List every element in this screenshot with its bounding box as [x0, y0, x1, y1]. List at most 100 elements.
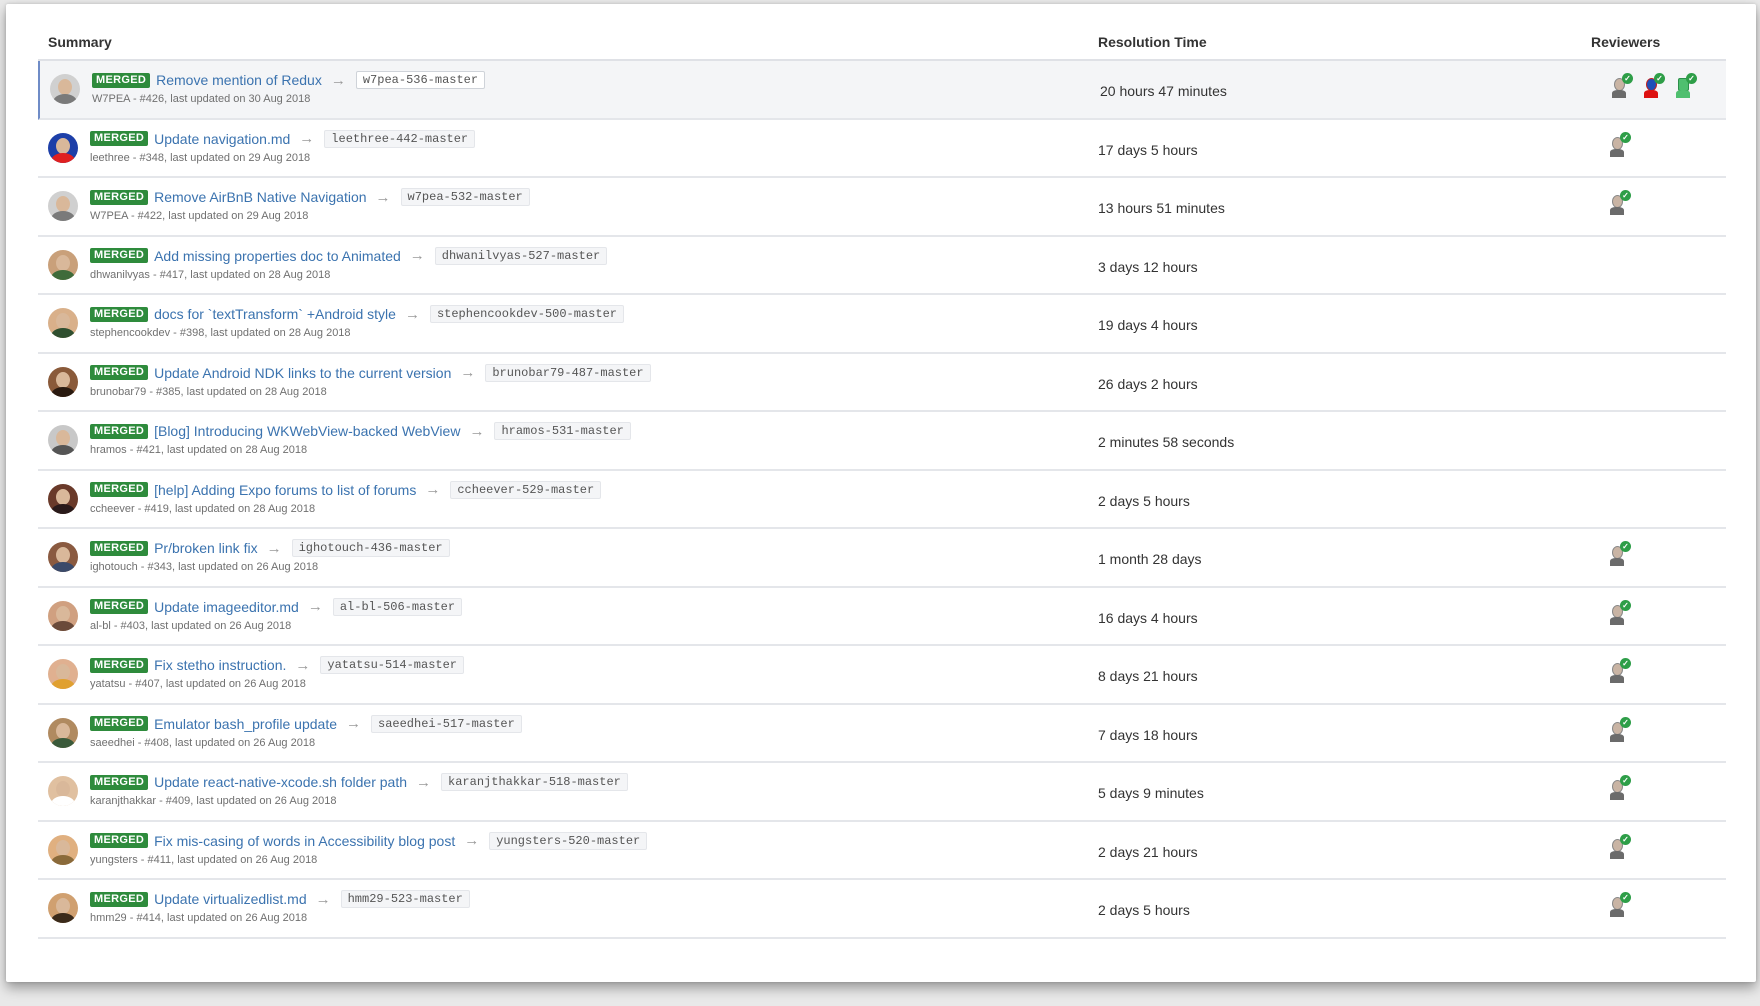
- reviewer-avatar[interactable]: ✓: [1608, 599, 1631, 626]
- author-avatar[interactable]: [48, 776, 78, 806]
- table-row[interactable]: MERGED [help] Adding Expo forums to list…: [38, 471, 1726, 529]
- table-row[interactable]: MERGED Remove AirBnB Native Navigation →…: [38, 178, 1726, 237]
- author-avatar[interactable]: [48, 425, 78, 455]
- avatar-face: [56, 137, 70, 154]
- author-avatar[interactable]: [48, 308, 78, 338]
- pr-title-link[interactable]: Pr/broken link fix: [154, 540, 257, 556]
- branch-name: saeedhei-517-master: [371, 714, 522, 733]
- pr-title-link[interactable]: Remove AirBnB Native Navigation: [154, 189, 366, 205]
- pr-title-link[interactable]: Emulator bash_profile update: [154, 716, 337, 732]
- reviewer-avatar[interactable]: ✓: [1608, 541, 1631, 567]
- resolution-time: 3 days 12 hours: [1098, 258, 1198, 275]
- branch-name: stephencookdev-500-master: [429, 305, 624, 323]
- pr-title-line: MERGED Remove AirBnB Native Navigation →…: [90, 188, 530, 206]
- table-row[interactable]: MERGED Update virtualizedlist.md → hmm29…: [38, 880, 1726, 939]
- table-row[interactable]: MERGED Add missing properties doc to Ani…: [38, 237, 1726, 295]
- reviewer-avatar[interactable]: ✓: [1608, 775, 1631, 801]
- avatar-body: [51, 328, 75, 338]
- pr-title-link[interactable]: Update Android NDK links to the current …: [154, 365, 451, 381]
- author-avatar[interactable]: [48, 717, 78, 748]
- table-row[interactable]: MERGED Remove mention of Redux → w7pea-5…: [38, 61, 1726, 120]
- branch-name: karanjthakkar-518-master: [441, 773, 628, 791]
- table-row[interactable]: MERGED Update Android NDK links to the c…: [38, 354, 1726, 412]
- check-circle-icon: ✓: [1620, 892, 1631, 903]
- branch-name: ighotouch-436-master: [291, 539, 450, 557]
- merged-badge: MERGED: [90, 306, 149, 322]
- author-avatar[interactable]: [48, 191, 78, 221]
- pr-title-line: MERGED Add missing properties doc to Ani…: [90, 246, 608, 265]
- resolution-time: 2 minutes 58 seconds: [1098, 434, 1235, 450]
- table-row[interactable]: MERGED Pr/broken link fix → ighotouch-43…: [38, 529, 1726, 588]
- pr-title-link[interactable]: Fix stetho instruction.: [154, 657, 286, 673]
- reviewers-list: ✓: [1608, 658, 1640, 684]
- avatar-face: [56, 722, 70, 739]
- reviewer-avatar[interactable]: ✓: [1608, 190, 1631, 216]
- author-avatar[interactable]: [48, 893, 78, 923]
- reviewer-avatar[interactable]: ✓: [1608, 833, 1631, 860]
- author-avatar[interactable]: [48, 659, 78, 689]
- table-row[interactable]: MERGED Emulator bash_profile update → sa…: [38, 705, 1726, 763]
- table-row[interactable]: MERGED Update imageeditor.md → al-bl-506…: [38, 588, 1726, 646]
- column-header-summary[interactable]: Summary: [48, 34, 112, 50]
- branch-name: dhwanilvyas-527-master: [434, 246, 608, 265]
- pr-title-link[interactable]: [help] Adding Expo forums to list of for…: [154, 482, 416, 498]
- avatar-body: [51, 913, 75, 923]
- table-row[interactable]: MERGED Update react-native-xcode.sh fold…: [38, 763, 1726, 822]
- pr-meta: al-bl - #403, last updated on 26 Aug 201…: [90, 619, 292, 632]
- pr-title-line: MERGED docs for `textTransform` +Android…: [90, 305, 624, 323]
- pr-title-link[interactable]: docs for `textTransform` +Android style: [154, 306, 396, 322]
- table-row[interactable]: MERGED Update navigation.md → leethree-4…: [38, 120, 1726, 178]
- author-avatar[interactable]: [50, 74, 80, 104]
- author-avatar[interactable]: [48, 542, 78, 572]
- reviewer-avatar[interactable]: ✓: [1608, 658, 1631, 684]
- check-circle-icon: ✓: [1620, 775, 1631, 786]
- author-avatar[interactable]: [48, 600, 78, 631]
- pr-meta: yatatsu - #407, last updated on 26 Aug 2…: [90, 678, 306, 690]
- arrow-right-icon: →: [416, 773, 432, 791]
- table-row[interactable]: MERGED docs for `textTransform` +Android…: [38, 295, 1726, 354]
- reviewer-avatar[interactable]: ✓: [1610, 73, 1633, 99]
- reviewer-body: [1610, 675, 1624, 683]
- column-header-reviewers[interactable]: Reviewers: [1591, 34, 1660, 50]
- resolution-time: 19 days 4 hours: [1098, 317, 1198, 333]
- reviewer-body: [1610, 616, 1624, 625]
- merged-badge: MERGED: [90, 774, 149, 790]
- pr-title-link[interactable]: Update virtualizedlist.md: [154, 891, 307, 907]
- table-row[interactable]: MERGED [Blog] Introducing WKWebView-back…: [38, 412, 1726, 471]
- author-avatar[interactable]: [48, 132, 78, 163]
- reviewer-avatar[interactable]: ✓: [1608, 892, 1631, 918]
- reviewer-avatar[interactable]: ✓: [1608, 716, 1631, 743]
- resolution-time: 13 hours 51 minutes: [1098, 200, 1225, 216]
- pr-title-link[interactable]: Remove mention of Redux: [156, 72, 322, 88]
- author-avatar[interactable]: [48, 483, 78, 514]
- table-row[interactable]: MERGED Fix mis-casing of words in Access…: [38, 822, 1726, 880]
- table-row[interactable]: MERGED Fix stetho instruction. → yatatsu…: [38, 646, 1726, 705]
- pr-meta: W7PEA - #426, last updated on 30 Aug 201…: [92, 93, 311, 105]
- merged-badge: MERGED: [90, 716, 149, 731]
- author-avatar[interactable]: [48, 834, 78, 865]
- column-header-resolution-time[interactable]: Resolution Time: [1098, 34, 1207, 50]
- merged-badge: MERGED: [90, 365, 149, 380]
- arrow-right-icon: →: [409, 247, 425, 264]
- pr-title-link[interactable]: [Blog] Introducing WKWebView-backed WebV…: [154, 423, 460, 439]
- author-avatar[interactable]: [48, 366, 78, 397]
- avatar-face: [58, 79, 72, 95]
- pr-title-link[interactable]: Update navigation.md: [154, 131, 290, 147]
- pr-title-link[interactable]: Update imageeditor.md: [154, 599, 299, 615]
- check-circle-icon: ✓: [1686, 73, 1697, 84]
- pr-title-link[interactable]: Add missing properties doc to Animated: [154, 248, 401, 264]
- reviewer-body: [1644, 90, 1658, 98]
- arrow-right-icon: →: [266, 539, 282, 557]
- merged-badge: MERGED: [90, 248, 149, 263]
- branch-name: yatatsu-514-master: [320, 656, 464, 674]
- avatar-body: [51, 445, 75, 455]
- reviewer-avatar[interactable]: ✓: [1674, 73, 1697, 99]
- pr-title-link[interactable]: Fix mis-casing of words in Accessibility…: [154, 833, 455, 849]
- author-avatar[interactable]: [48, 249, 78, 280]
- check-circle-icon: ✓: [1620, 131, 1631, 143]
- reviewers-list: ✓: [1608, 775, 1640, 801]
- reviewer-avatar[interactable]: ✓: [1608, 131, 1631, 158]
- arrow-right-icon: →: [425, 481, 441, 498]
- reviewer-avatar[interactable]: ✓: [1642, 73, 1665, 99]
- pr-title-link[interactable]: Update react-native-xcode.sh folder path: [154, 774, 407, 790]
